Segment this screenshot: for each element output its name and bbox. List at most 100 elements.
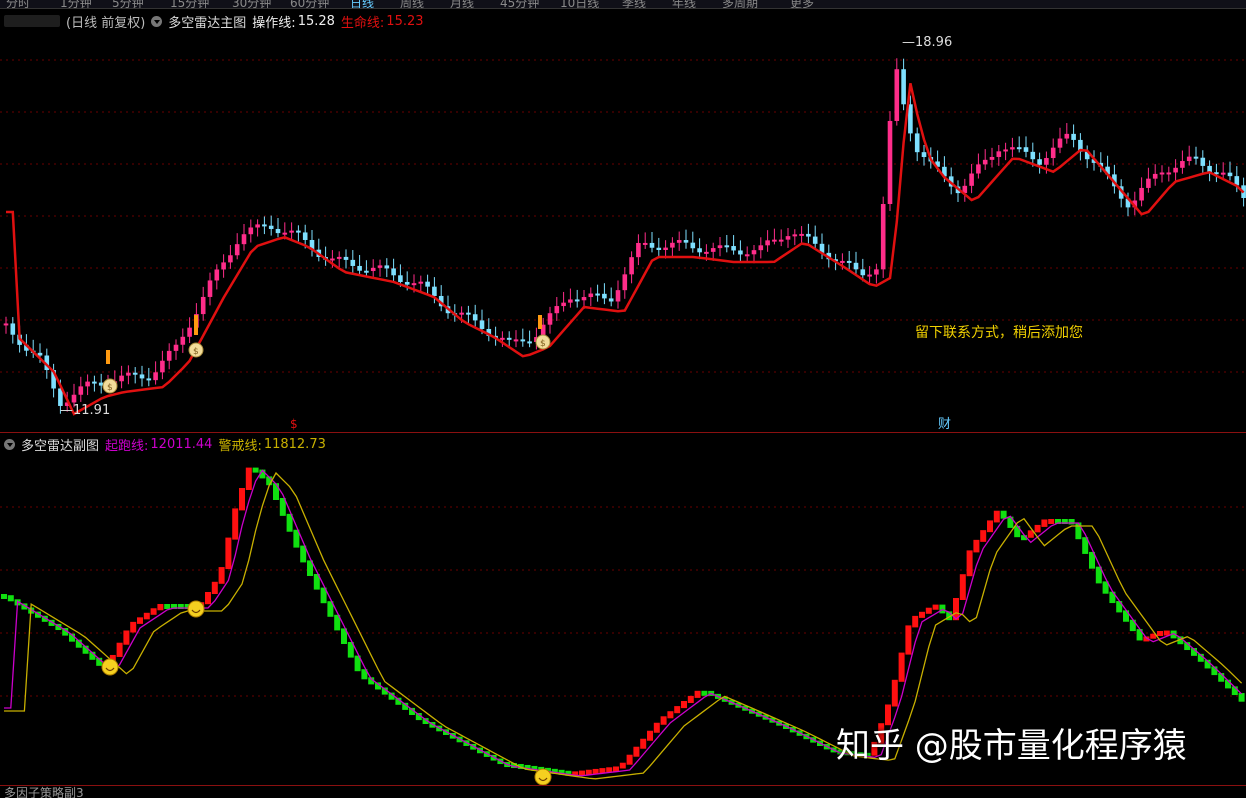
candle-body	[85, 381, 90, 387]
tab-fenshi[interactable]: 分时	[6, 0, 30, 8]
candle-body	[364, 270, 369, 273]
candle-body	[255, 224, 260, 228]
candle-body	[391, 268, 396, 276]
osc-step	[211, 581, 218, 594]
candle-body	[1180, 161, 1185, 168]
candle-body	[765, 240, 770, 246]
low-price-label: —11.91	[60, 403, 110, 418]
chevron-down-icon[interactable]	[4, 438, 15, 450]
tab-more[interactable]: 更多	[790, 0, 814, 8]
candle-body	[799, 233, 804, 236]
footer-indicator[interactable]: 多因子策略副3	[4, 786, 84, 798]
candle-body	[772, 239, 777, 242]
candle-body	[629, 257, 634, 275]
osc-step	[905, 625, 912, 655]
candle-body	[1166, 172, 1172, 175]
osc-step	[925, 607, 932, 614]
candle-body	[336, 256, 342, 259]
candle-body	[989, 156, 995, 160]
op-line-label: 操作线:	[252, 15, 296, 31]
tab-5min[interactable]: 5分钟	[112, 0, 144, 8]
osc-step	[273, 483, 279, 500]
osc-step	[7, 595, 14, 602]
candle-body	[908, 104, 913, 134]
tab-45min[interactable]: 45分钟	[500, 0, 539, 8]
candle-body	[724, 245, 730, 248]
tab-month[interactable]: 月线	[450, 0, 474, 8]
candle-body	[506, 337, 512, 340]
osc-step	[239, 488, 245, 511]
osc-step	[606, 767, 613, 773]
candle-body	[561, 302, 566, 307]
candle-body	[153, 372, 158, 381]
candle-body	[806, 233, 811, 237]
osc-step	[1, 594, 7, 599]
tab-week[interactable]: 周线	[400, 0, 424, 8]
candle-body	[92, 381, 97, 384]
candle-body	[132, 372, 138, 375]
osc-step	[1075, 522, 1082, 540]
tab-60min[interactable]: 60分钟	[290, 0, 329, 8]
osc-step	[232, 508, 239, 540]
candle-body	[1037, 159, 1042, 165]
candle-body	[513, 339, 519, 342]
contact-note: 留下联系方式，稍后添加您	[915, 324, 1083, 341]
candle-body	[731, 246, 736, 251]
sub-indicator-name[interactable]: 多空雷达副图	[21, 435, 99, 454]
osc-step	[252, 467, 259, 473]
tab-10day[interactable]: 10日线	[560, 0, 599, 8]
candle-body	[330, 258, 335, 261]
candle-body	[751, 250, 757, 255]
candle-body	[785, 236, 791, 240]
warn-line-label: 警戒线:	[218, 438, 262, 454]
candle-body	[1050, 147, 1056, 159]
osc-step	[157, 604, 164, 611]
candle-body	[581, 297, 587, 301]
candle-body	[1023, 147, 1029, 152]
tab-30min[interactable]: 30分钟	[232, 0, 271, 8]
candle-body	[459, 312, 464, 315]
candle-body	[126, 372, 131, 376]
candle-body	[812, 236, 818, 244]
candle-body	[717, 245, 723, 249]
tab-multi[interactable]: 多周期	[722, 0, 758, 8]
tab-season[interactable]: 季线	[622, 0, 646, 8]
main-indicator-name[interactable]: 多空雷达主图	[168, 12, 246, 31]
osc-step	[633, 746, 640, 757]
tab-day[interactable]: 日线	[350, 0, 374, 8]
candle-body	[200, 296, 206, 315]
smiley-icon	[187, 600, 205, 618]
candle-body	[370, 267, 376, 272]
osc-step	[116, 642, 123, 657]
candle-body	[139, 374, 145, 379]
candlestick-chart[interactable]: —18.96 —11.91 留下联系方式，稍后添加您 $ 财 $ $ $	[0, 30, 1246, 430]
osc-step	[1000, 510, 1007, 519]
osc-step	[1238, 693, 1245, 702]
osc-step	[613, 766, 619, 772]
panel-divider	[0, 785, 1246, 786]
candle-body	[860, 269, 866, 276]
candle-body	[500, 337, 505, 340]
candle-body	[432, 286, 437, 296]
candle-body	[302, 232, 308, 240]
osc-step	[993, 510, 1000, 523]
chevron-down-icon[interactable]	[151, 15, 163, 27]
period-tab-bar[interactable]: 分时 1分钟 5分钟 15分钟 30分钟 60分钟 日线 周线 月线 45分钟 …	[0, 0, 1246, 9]
osc-step	[640, 738, 647, 749]
candle-body	[1016, 147, 1022, 150]
candle-body	[527, 341, 532, 344]
osc-step	[667, 711, 674, 719]
period-label: (日线 前复权)	[66, 15, 146, 31]
osc-step	[123, 630, 130, 645]
candle-body	[595, 293, 600, 296]
candle-body	[411, 283, 417, 286]
osc-step	[137, 617, 143, 624]
osc-step	[966, 550, 973, 577]
osc-step	[694, 690, 701, 698]
candle-body	[1152, 173, 1158, 179]
tab-year[interactable]: 年线	[672, 0, 696, 8]
tab-1min[interactable]: 1分钟	[60, 0, 92, 8]
candle-body	[10, 323, 16, 335]
tab-15min[interactable]: 15分钟	[170, 0, 209, 8]
osc-step	[687, 695, 694, 703]
